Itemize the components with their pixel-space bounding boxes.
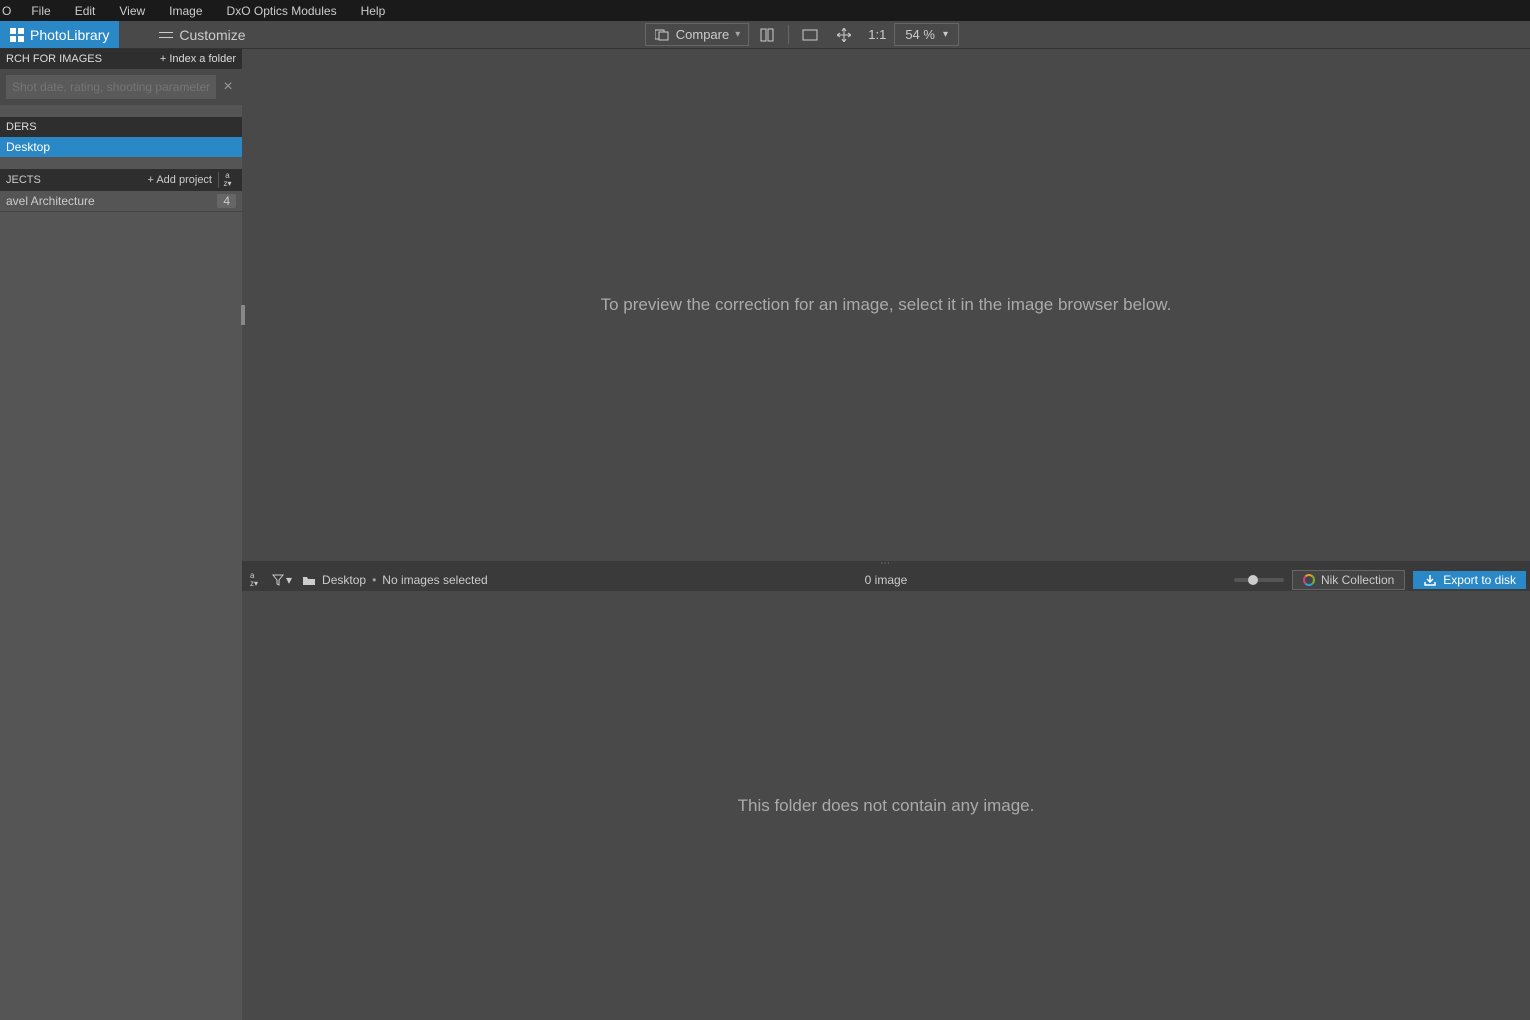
- preview-empty-text: To preview the correction for an image, …: [601, 295, 1172, 315]
- grid-icon: [10, 28, 24, 42]
- browser-location[interactable]: Desktop: [322, 573, 366, 587]
- separator-bullet: •: [372, 573, 376, 587]
- sliders-icon: [159, 28, 173, 42]
- fit-icon: [802, 27, 818, 43]
- folders-section-title: DERS: [6, 121, 37, 133]
- search-input[interactable]: [6, 75, 216, 99]
- panel-drag-handle[interactable]: ⋯: [242, 561, 1530, 569]
- menu-image[interactable]: Image: [157, 4, 214, 18]
- export-icon: [1423, 574, 1437, 586]
- menu-help[interactable]: Help: [349, 4, 398, 18]
- preview-panel: To preview the correction for an image, …: [242, 49, 1530, 561]
- side-by-side-button[interactable]: [751, 23, 783, 46]
- zoom-1to1-button[interactable]: 1:1: [862, 23, 892, 46]
- folder-item-desktop[interactable]: Desktop: [0, 137, 242, 157]
- tab-photolibrary[interactable]: PhotoLibrary: [0, 21, 119, 48]
- browser-empty-text: This folder does not contain any image.: [738, 796, 1035, 816]
- search-section-title: RCH FOR IMAGES: [6, 53, 102, 65]
- app-logo: O: [0, 4, 19, 18]
- zoom-value: 54 %: [905, 27, 935, 42]
- tab-customize[interactable]: Customize: [149, 21, 255, 48]
- index-folder-button[interactable]: + Index a folder: [160, 53, 236, 65]
- selection-status: No images selected: [382, 573, 487, 587]
- menu-file[interactable]: File: [19, 4, 62, 18]
- projects-sort-button[interactable]: az▾: [218, 172, 236, 188]
- move-icon: [836, 27, 852, 43]
- export-to-disk-button[interactable]: Export to disk: [1413, 571, 1526, 589]
- project-item[interactable]: avel Architecture 4: [0, 191, 242, 212]
- compare-icon: [654, 27, 670, 43]
- folder-item-label: Desktop: [6, 140, 50, 154]
- chevron-down-icon: ▾: [943, 29, 948, 40]
- projects-section-title: JECTS: [6, 174, 141, 186]
- tab-customize-label: Customize: [179, 27, 245, 43]
- content-area: To preview the correction for an image, …: [242, 49, 1530, 1020]
- folder-icon: [302, 575, 316, 586]
- compare-button[interactable]: Compare ▾: [645, 23, 750, 46]
- image-count: 0 image: [865, 573, 908, 587]
- toolbar: PhotoLibrary Customize Compare ▾ 1:1 54 …: [0, 21, 1530, 49]
- folders-section-header: DERS: [0, 117, 242, 137]
- split-view-icon: [759, 27, 775, 43]
- menu-edit[interactable]: Edit: [63, 4, 108, 18]
- sidebar: RCH FOR IMAGES + Index a folder × DERS D…: [0, 49, 242, 1020]
- browser-toolbar: az▾ ▾ Desktop • No images selected 0 ima…: [242, 569, 1530, 591]
- fit-button[interactable]: [794, 23, 826, 46]
- move-button[interactable]: [828, 23, 860, 46]
- dropdown-icon[interactable]: ▾: [735, 29, 740, 40]
- project-item-count: 4: [217, 194, 236, 208]
- image-browser: This folder does not contain any image.: [242, 591, 1530, 1020]
- thumbnail-size-slider[interactable]: [1234, 578, 1284, 582]
- projects-section-header: JECTS + Add project az▾: [0, 169, 242, 191]
- sidebar-splitter[interactable]: [241, 305, 245, 325]
- nik-label: Nik Collection: [1321, 573, 1394, 587]
- nik-collection-button[interactable]: Nik Collection: [1292, 570, 1405, 590]
- export-label: Export to disk: [1443, 573, 1516, 587]
- browser-sort-button[interactable]: az▾: [246, 572, 262, 588]
- zoom-1to1-label: 1:1: [868, 27, 886, 42]
- clear-search-button[interactable]: ×: [220, 78, 236, 96]
- menu-view[interactable]: View: [107, 4, 157, 18]
- menu-bar: O File Edit View Image DxO Optics Module…: [0, 0, 1530, 21]
- compare-label: Compare: [676, 27, 729, 42]
- zoom-dropdown[interactable]: 54 % ▾: [894, 23, 959, 46]
- browser-filter-button[interactable]: ▾: [268, 573, 296, 587]
- nik-ring-icon: [1303, 574, 1315, 586]
- tab-photolibrary-label: PhotoLibrary: [30, 27, 109, 43]
- add-project-button[interactable]: + Add project: [141, 174, 218, 186]
- menu-optics[interactable]: DxO Optics Modules: [215, 4, 349, 18]
- funnel-icon: [272, 574, 284, 586]
- project-item-name: avel Architecture: [6, 194, 217, 208]
- search-section-header: RCH FOR IMAGES + Index a folder: [0, 49, 242, 69]
